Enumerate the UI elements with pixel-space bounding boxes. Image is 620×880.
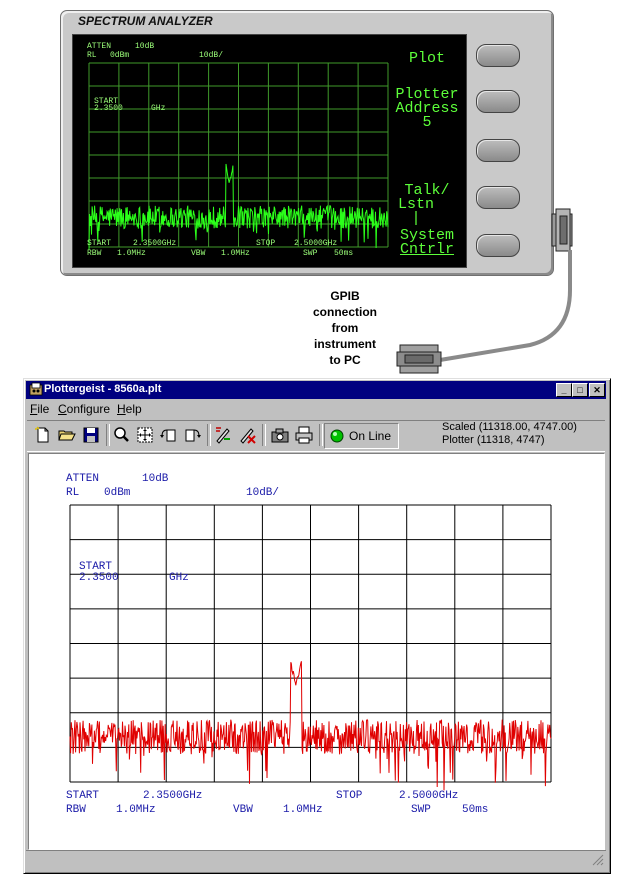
softkey-button-2[interactable]	[476, 90, 520, 113]
printer-icon[interactable]	[294, 425, 314, 445]
status-bar	[26, 850, 606, 869]
plot-rbw-label: RBW	[66, 804, 86, 816]
instr-rbw-value: 1.0MHz	[117, 249, 146, 258]
plot-start-value: 2.3500GHz	[143, 790, 203, 802]
instr-swp-value: 50ms	[334, 249, 354, 258]
instr-stop-label: STOP	[256, 239, 276, 248]
plot-drawing	[69, 504, 552, 791]
app-icon[interactable]	[29, 382, 43, 396]
plot-scale: 10dB/	[246, 487, 280, 499]
instr-rl-value: 0dBm	[110, 51, 130, 60]
caption-line-1: GPIB	[330, 289, 360, 303]
plot-atten-value: 10dB	[142, 473, 169, 485]
resize-grip-icon[interactable]	[592, 854, 604, 866]
softkey-button-1[interactable]	[476, 44, 520, 67]
fit-to-window-icon[interactable]	[135, 425, 155, 445]
instr-marker-start-unit: GHz	[151, 104, 166, 113]
plot-swp-label: SWP	[411, 804, 431, 816]
gpib-caption: GPIB connection from instrument to PC	[302, 288, 388, 368]
menu-file-rest: ile	[37, 402, 50, 416]
menu-configure[interactable]: Configure	[58, 402, 110, 416]
plot-swp-value: 50ms	[462, 804, 489, 816]
online-label: On Line	[349, 429, 392, 443]
instr-stop-value: 2.5000GHz	[294, 239, 338, 248]
instr-rbw-label: RBW	[87, 249, 102, 258]
coordinate-readout: Scaled (11318.00, 4747.00) Plotter (1131…	[442, 421, 577, 447]
softkey-button-3[interactable]	[476, 139, 520, 162]
instr-start-value: 2.3500GHz	[133, 239, 177, 248]
menu-configure-accel: C	[58, 402, 67, 416]
softkey-label-plotter-address-3: 5	[422, 114, 432, 131]
save-disk-icon[interactable]	[81, 425, 101, 445]
maximize-button[interactable]: □	[572, 383, 588, 397]
instr-atten-value: 10dB	[135, 42, 155, 51]
rotate-left-icon[interactable]	[159, 425, 179, 445]
menu-help[interactable]: Help	[117, 402, 142, 416]
toolbar-separator	[207, 424, 211, 446]
instr-atten-label: ATTEN	[87, 42, 112, 51]
instr-start-label: START	[87, 239, 112, 248]
plot-stop-value: 2.5000GHz	[399, 790, 459, 802]
toolbar-separator	[262, 424, 266, 446]
window-title: Plottergeist - 8560a.plt	[44, 383, 162, 395]
menu-help-accel: H	[117, 402, 126, 416]
plot-start-label: START	[66, 790, 100, 802]
toolbar-separator	[319, 424, 323, 446]
caption-line-2: connection	[312, 305, 377, 319]
plotter-coords: Plotter (11318, 4747)	[442, 434, 545, 446]
instr-marker-start-value: 2.3500	[94, 104, 123, 113]
toolbar-separator	[106, 424, 110, 446]
close-button[interactable]: ✕	[589, 383, 605, 397]
caption-line-4: instrument	[313, 337, 376, 351]
plot-atten-label: ATTEN	[66, 473, 100, 485]
gpib-connector-pc	[396, 344, 442, 374]
rotate-right-icon[interactable]	[182, 425, 202, 445]
softkey-label-plot: Plot	[408, 50, 445, 67]
menu-file[interactable]: File	[30, 402, 49, 416]
plot-vbw-value: 1.0MHz	[283, 804, 323, 816]
plot-marker-start-value: 2.3500	[79, 572, 119, 584]
plot-rl-label: RL	[66, 487, 80, 499]
softkey-button-4[interactable]	[476, 186, 520, 209]
plot-stop-label: STOP	[336, 790, 363, 802]
plot-marker-start-unit: GHz	[169, 572, 189, 584]
caption-line-3: from	[331, 321, 359, 335]
plot-vbw-label: VBW	[233, 804, 253, 816]
camera-icon[interactable]	[270, 425, 290, 445]
menu-help-rest: elp	[125, 402, 142, 416]
caption-line-5: to PC	[329, 353, 361, 367]
scaled-coords: Scaled (11318.00, 4747.00)	[442, 421, 577, 433]
plot-canvas[interactable]	[28, 453, 605, 850]
online-status-icon	[330, 429, 344, 443]
new-file-icon[interactable]	[33, 425, 53, 445]
zoom-icon[interactable]	[111, 425, 131, 445]
menu-configure-rest: onfigure	[66, 402, 111, 416]
gpib-cable	[439, 250, 572, 362]
instr-scale: 10dB/	[199, 51, 224, 60]
instr-vbw-label: VBW	[191, 249, 206, 258]
instr-swp-label: SWP	[303, 249, 318, 258]
minimize-button[interactable]: _	[556, 383, 572, 397]
plot-rbw-value: 1.0MHz	[116, 804, 156, 816]
softkey-label-talk-3: |	[411, 210, 421, 227]
pen-delete-icon[interactable]	[237, 425, 257, 445]
instr-vbw-value: 1.0MHz	[221, 249, 250, 258]
instrument-title: SPECTRUM ANALYZER	[78, 14, 213, 28]
open-folder-icon[interactable]	[57, 425, 77, 445]
instr-rl-label: RL	[87, 51, 97, 60]
plot-rl-value: 0dBm	[104, 487, 131, 499]
pen-settings-icon[interactable]	[213, 425, 233, 445]
